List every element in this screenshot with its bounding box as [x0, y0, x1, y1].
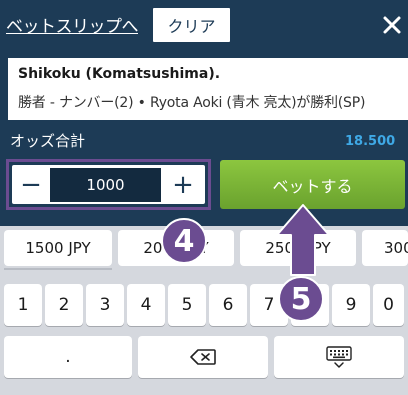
quick-amount-chip[interactable]: 300 [362, 230, 408, 266]
total-odds-value: 18.500 [345, 134, 396, 149]
clear-button[interactable]: クリア [153, 8, 230, 42]
key-digit[interactable]: 3 [86, 284, 124, 326]
betslip-link[interactable]: ベットスリップへ [6, 12, 139, 37]
step-4-badge: 4 [161, 218, 207, 264]
keyboard-icon [326, 346, 352, 368]
close-icon[interactable] [381, 14, 403, 36]
key-digit[interactable]: 0 [373, 284, 404, 326]
backspace-icon [190, 349, 216, 365]
key-digit[interactable]: 2 [45, 284, 83, 326]
key-digit[interactable]: 4 [127, 284, 165, 326]
quick-amount-chip[interactable]: 1500 JPY [4, 230, 112, 266]
key-digit[interactable]: 1 [4, 284, 42, 326]
key-hide-keyboard[interactable] [274, 336, 404, 378]
place-bet-button[interactable]: ベットする [220, 160, 405, 209]
event-title: Shikoku (Komatsushima). [18, 66, 221, 82]
key-digit[interactable]: 5 [168, 284, 206, 326]
key-decimal[interactable]: . [4, 336, 132, 378]
total-odds-label: オッズ合計 [10, 132, 86, 150]
selection-text: 勝者 - ナンバー(2) • Ryota Aoki (青木 亮太)が勝利(SP) [18, 95, 366, 111]
stepper-highlight-frame [6, 159, 211, 210]
step-5-badge: 5 [278, 276, 324, 322]
key-digit[interactable]: 9 [332, 284, 370, 326]
key-digit[interactable]: 6 [209, 284, 247, 326]
selected-chip-indicator [4, 268, 112, 270]
key-backspace[interactable] [138, 336, 268, 378]
arrow-up-icon [276, 204, 330, 276]
